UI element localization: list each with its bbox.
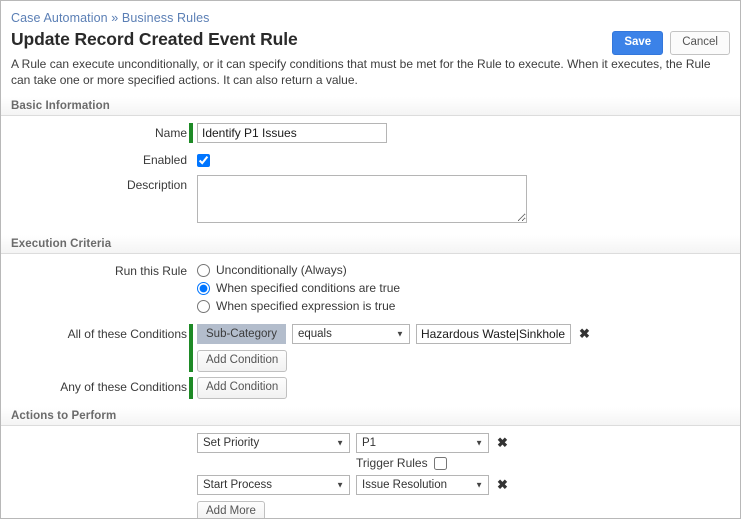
description-textarea[interactable] bbox=[197, 175, 527, 223]
radio-input-conditions-true[interactable] bbox=[197, 281, 210, 295]
field-row-run-this-rule: Run this Rule Unconditionally (Always) W… bbox=[1, 261, 740, 316]
business-rule-editor-page: Case Automation » Business Rules Update … bbox=[0, 0, 741, 519]
trigger-rules-row: Trigger Rules bbox=[356, 456, 510, 470]
enabled-checkbox[interactable] bbox=[197, 154, 210, 168]
any-conditions-label: Any of these Conditions bbox=[60, 380, 187, 394]
description-label: Description bbox=[126, 178, 187, 192]
breadcrumb-link-business-rules[interactable]: Business Rules bbox=[122, 11, 210, 25]
name-label: Name bbox=[154, 126, 187, 140]
radio-label-conditions-true: When specified conditions are true bbox=[216, 281, 401, 295]
enabled-label: Enabled bbox=[142, 153, 187, 167]
any-conditions-body: Add Condition bbox=[193, 377, 288, 399]
chevron-down-icon: ▼ bbox=[336, 480, 344, 490]
add-condition-button-any[interactable]: Add Condition bbox=[197, 377, 288, 399]
condition-field-chip[interactable]: Sub-Category bbox=[197, 324, 286, 344]
name-input[interactable] bbox=[197, 123, 387, 143]
action-row-1-label-spacer bbox=[1, 433, 187, 436]
breadcrumb-link-case-automation[interactable]: Case Automation bbox=[11, 11, 108, 25]
breadcrumb-separator: » bbox=[111, 11, 119, 25]
section-header-basic-information: Basic Information bbox=[1, 97, 740, 116]
condition-operator-value: equals bbox=[297, 328, 332, 340]
action-type-value-1: Set Priority bbox=[203, 437, 260, 449]
radio-input-expression-true[interactable] bbox=[197, 299, 210, 313]
action-type-select-2[interactable]: Start Process ▼ bbox=[197, 475, 350, 495]
action-type-select-1[interactable]: Set Priority ▼ bbox=[197, 433, 350, 453]
radio-option-conditions-true[interactable]: When specified conditions are true bbox=[197, 280, 400, 296]
action-value-select-1[interactable]: P1 ▼ bbox=[356, 433, 489, 453]
radio-label-unconditionally: Unconditionally (Always) bbox=[216, 263, 347, 277]
all-conditions-label: All of these Conditions bbox=[67, 327, 187, 341]
trigger-rules-checkbox[interactable] bbox=[433, 456, 447, 470]
chevron-down-icon: ▼ bbox=[475, 480, 483, 490]
header-action-buttons: Save Cancel bbox=[612, 31, 730, 55]
chevron-down-icon: ▼ bbox=[396, 329, 404, 339]
condition-value-input[interactable] bbox=[415, 324, 571, 344]
radio-option-unconditionally[interactable]: Unconditionally (Always) bbox=[197, 262, 400, 278]
action-value-select-2[interactable]: Issue Resolution ▼ bbox=[356, 475, 489, 495]
save-button-top[interactable]: Save bbox=[612, 31, 664, 55]
field-row-all-conditions: All of these Conditions Sub-Category equ… bbox=[1, 324, 740, 372]
action-type-value-2: Start Process bbox=[203, 479, 273, 491]
section-header-actions-to-perform: Actions to Perform bbox=[1, 407, 740, 426]
page-header: Case Automation » Business Rules Update … bbox=[1, 1, 740, 55]
radio-option-expression-true[interactable]: When specified expression is true bbox=[197, 298, 400, 314]
action-value-2: Issue Resolution bbox=[362, 479, 448, 491]
page-description: A Rule can execute unconditionally, or i… bbox=[11, 57, 711, 87]
add-condition-button-all[interactable]: Add Condition bbox=[197, 350, 288, 372]
field-row-any-conditions: Any of these Conditions Add Condition bbox=[1, 377, 740, 399]
trigger-rules-label: Trigger Rules bbox=[356, 456, 428, 470]
run-this-rule-label: Run this Rule bbox=[114, 264, 187, 278]
field-row-enabled: Enabled bbox=[1, 150, 740, 168]
add-more-button[interactable]: Add More bbox=[197, 501, 265, 518]
section-header-execution-criteria: Execution Criteria bbox=[1, 235, 740, 254]
action-row-2: Start Process ▼ Issue Resolution ▼ ✖ Add… bbox=[1, 475, 740, 518]
chevron-down-icon: ▼ bbox=[336, 438, 344, 448]
radio-label-expression-true: When specified expression is true bbox=[216, 299, 396, 313]
chevron-down-icon: ▼ bbox=[475, 438, 483, 448]
run-this-rule-radio-group: Unconditionally (Always) When specified … bbox=[193, 261, 400, 316]
breadcrumb: Case Automation » Business Rules bbox=[11, 10, 730, 26]
remove-condition-icon[interactable]: ✖ bbox=[577, 327, 592, 340]
field-row-name: Name bbox=[1, 123, 740, 143]
cancel-button-top[interactable]: Cancel bbox=[670, 31, 730, 55]
remove-action-icon-1[interactable]: ✖ bbox=[495, 436, 510, 449]
condition-operator-select[interactable]: equals ▼ bbox=[291, 324, 410, 344]
action-row-1: Set Priority ▼ P1 ▼ ✖ Trigger Rules bbox=[1, 433, 740, 470]
remove-action-icon-2[interactable]: ✖ bbox=[495, 478, 510, 491]
condition-row: Sub-Category equals ▼ ✖ bbox=[197, 324, 592, 344]
radio-input-unconditionally[interactable] bbox=[197, 263, 210, 277]
field-row-description: Description bbox=[1, 175, 740, 226]
action-value-1: P1 bbox=[362, 437, 377, 449]
all-conditions-body: Sub-Category equals ▼ ✖ Add Condition bbox=[193, 324, 592, 372]
action-row-2-label-spacer bbox=[1, 475, 187, 478]
